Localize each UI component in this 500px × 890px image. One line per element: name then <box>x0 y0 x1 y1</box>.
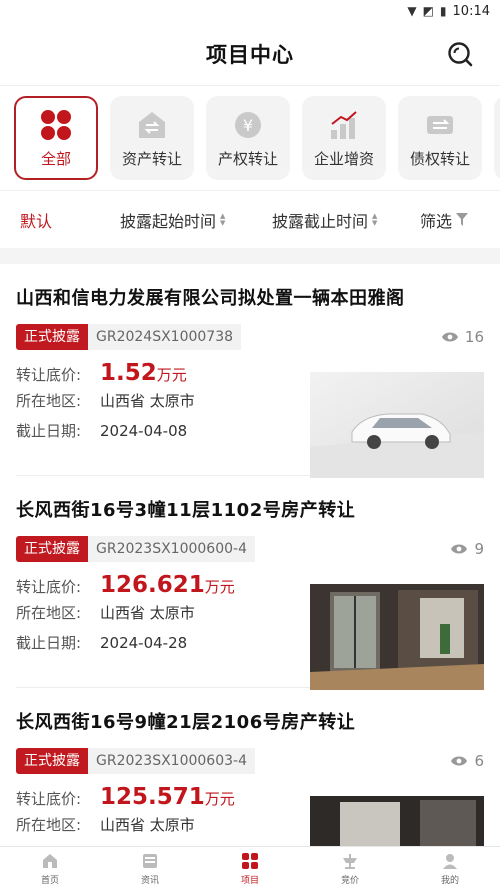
view-count: 6 <box>450 752 484 770</box>
tab-label: 首页 <box>40 876 59 886</box>
view-count: 9 <box>450 540 484 558</box>
tab-home[interactable]: 首页 <box>0 847 100 890</box>
region-value: 山西省 太原市 <box>100 604 195 622</box>
price-unit: 万元 <box>204 790 235 808</box>
project-code: GR2023SX1000603-4 <box>88 748 255 774</box>
clover-icon <box>39 108 73 142</box>
filter-label: 筛选 <box>420 211 453 231</box>
price-label: 转让底价: <box>16 366 82 384</box>
tab-profile[interactable]: 我的 <box>400 847 500 890</box>
sort-start-time-label: 披露起始时间 <box>120 211 217 231</box>
asset-transfer-icon <box>135 108 169 142</box>
sort-end-time-label: 披露截止时间 <box>272 211 369 231</box>
home-icon <box>40 851 60 871</box>
search-button[interactable] <box>446 40 474 68</box>
tab-label: 竞价 <box>340 876 359 886</box>
category-label: 企业增资 <box>313 149 374 168</box>
category-asset-transfer[interactable]: 资产转让 <box>110 96 194 180</box>
signal-icon: ◩ <box>422 4 434 18</box>
price-value: 125.571 <box>100 784 205 810</box>
category-debt-transfer[interactable]: 债权转让 <box>398 96 482 180</box>
region-label: 所在地区: <box>16 604 82 622</box>
price-value: 126.621 <box>100 572 205 598</box>
tab-label: 我的 <box>440 876 459 886</box>
news-icon <box>140 851 160 871</box>
project-card[interactable]: 长风西街16号9幢21层2106号房产转让 正式披露 GR2023SX10006… <box>16 688 484 872</box>
price-value: 1.52 <box>100 360 157 386</box>
svg-text:¥: ¥ <box>243 116 253 135</box>
status-badge: 正式披露 <box>16 536 88 562</box>
eye-icon <box>441 332 458 342</box>
project-thumbnail <box>310 372 484 478</box>
view-count-value: 16 <box>464 328 484 346</box>
category-label: 债权转让 <box>409 149 470 168</box>
project-icon <box>240 851 260 871</box>
page-title: 项目中心 <box>206 42 294 67</box>
category-all[interactable]: 全部 <box>14 96 98 180</box>
status-time: 10:14 <box>452 3 490 19</box>
filter-icon <box>456 212 469 226</box>
tab-label: 资讯 <box>140 876 159 886</box>
category-label: 全部 <box>40 149 71 168</box>
tab-news[interactable]: 资讯 <box>100 847 200 890</box>
price-unit: 万元 <box>204 578 235 596</box>
deadline-value: 2024-04-08 <box>100 422 188 440</box>
view-count-value: 6 <box>474 752 484 770</box>
auction-icon <box>340 851 360 871</box>
category-more[interactable] <box>494 96 500 180</box>
category-label: 资产转让 <box>121 149 182 168</box>
project-card[interactable]: 山西和信电力发展有限公司拟处置一辆本田雅阁 正式披露 GR2024SX10007… <box>16 264 484 478</box>
eye-icon <box>451 756 468 766</box>
region-value: 山西省 太原市 <box>100 816 195 834</box>
sort-end-time[interactable]: 披露截止时间 ▲ ▼ <box>272 208 420 232</box>
deadline-value: 2024-04-28 <box>100 634 188 652</box>
filter-button[interactable]: 筛选 <box>420 208 469 232</box>
wifi-icon: ▼ <box>407 4 417 18</box>
debt-transfer-icon <box>423 108 457 142</box>
eye-icon <box>451 544 468 554</box>
battery-icon: ▮ <box>439 4 447 18</box>
project-thumbnail <box>310 584 484 690</box>
tab-label: 项目 <box>240 876 259 886</box>
project-title: 长风西街16号9幢21层2106号房产转让 <box>16 712 356 733</box>
bottom-tab-bar: 首页 资讯 项目 竞价 我的 <box>0 846 500 890</box>
deadline-label: 截止日期: <box>16 634 82 652</box>
project-card[interactable]: 长风西街16号3幢11层1102号房产转让 正式披露 GR2023SX10006… <box>16 476 484 690</box>
category-property-rights[interactable]: ¥ 产权转让 <box>206 96 290 180</box>
profile-icon <box>440 851 460 871</box>
category-label: 产权转让 <box>217 149 278 168</box>
search-icon <box>448 42 473 67</box>
region-label: 所在地区: <box>16 816 82 834</box>
view-count: 16 <box>441 328 484 346</box>
region-value: 山西省 太原市 <box>100 392 195 410</box>
price-label: 转让底价: <box>16 790 82 808</box>
project-code: GR2023SX1000600-4 <box>88 536 255 562</box>
status-bar: ▼ ◩ ▮ 10:14 <box>0 0 500 22</box>
tab-auction[interactable]: 竞价 <box>300 847 400 890</box>
status-badge: 正式披露 <box>16 748 88 774</box>
property-rights-icon: ¥ <box>231 108 265 142</box>
deadline-label: 截止日期: <box>16 422 82 440</box>
tab-project[interactable]: 项目 <box>200 847 300 890</box>
project-list: 山西和信电力发展有限公司拟处置一辆本田雅阁 正式披露 GR2024SX10007… <box>0 264 500 872</box>
category-capital-increase[interactable]: 企业增资 <box>302 96 386 180</box>
sort-default-label: 默认 <box>20 211 53 231</box>
price-label: 转让底价: <box>16 578 82 596</box>
divider <box>0 248 500 264</box>
sort-bar: 默认 披露起始时间 ▲ ▼ 披露截止时间 ▲ ▼ 筛选 <box>0 190 500 248</box>
sort-default[interactable]: 默认 <box>20 208 120 232</box>
sort-arrows-icon: ▲ ▼ <box>220 211 226 227</box>
sort-arrows-icon: ▲ ▼ <box>372 211 378 227</box>
project-title: 山西和信电力发展有限公司拟处置一辆本田雅阁 <box>16 288 405 309</box>
price-unit: 万元 <box>156 366 187 384</box>
sort-start-time[interactable]: 披露起始时间 ▲ ▼ <box>120 208 272 232</box>
view-count-value: 9 <box>474 540 484 558</box>
project-title: 长风西街16号3幢11层1102号房产转让 <box>16 500 356 521</box>
status-badge: 正式披露 <box>16 324 88 350</box>
region-label: 所在地区: <box>16 392 82 410</box>
category-row: 全部 资产转让 ¥ 产权转让 企业增资 债权转让 <box>0 86 500 190</box>
header: 项目中心 <box>0 22 500 86</box>
project-code: GR2024SX1000738 <box>88 324 242 350</box>
capital-increase-icon <box>327 108 361 142</box>
